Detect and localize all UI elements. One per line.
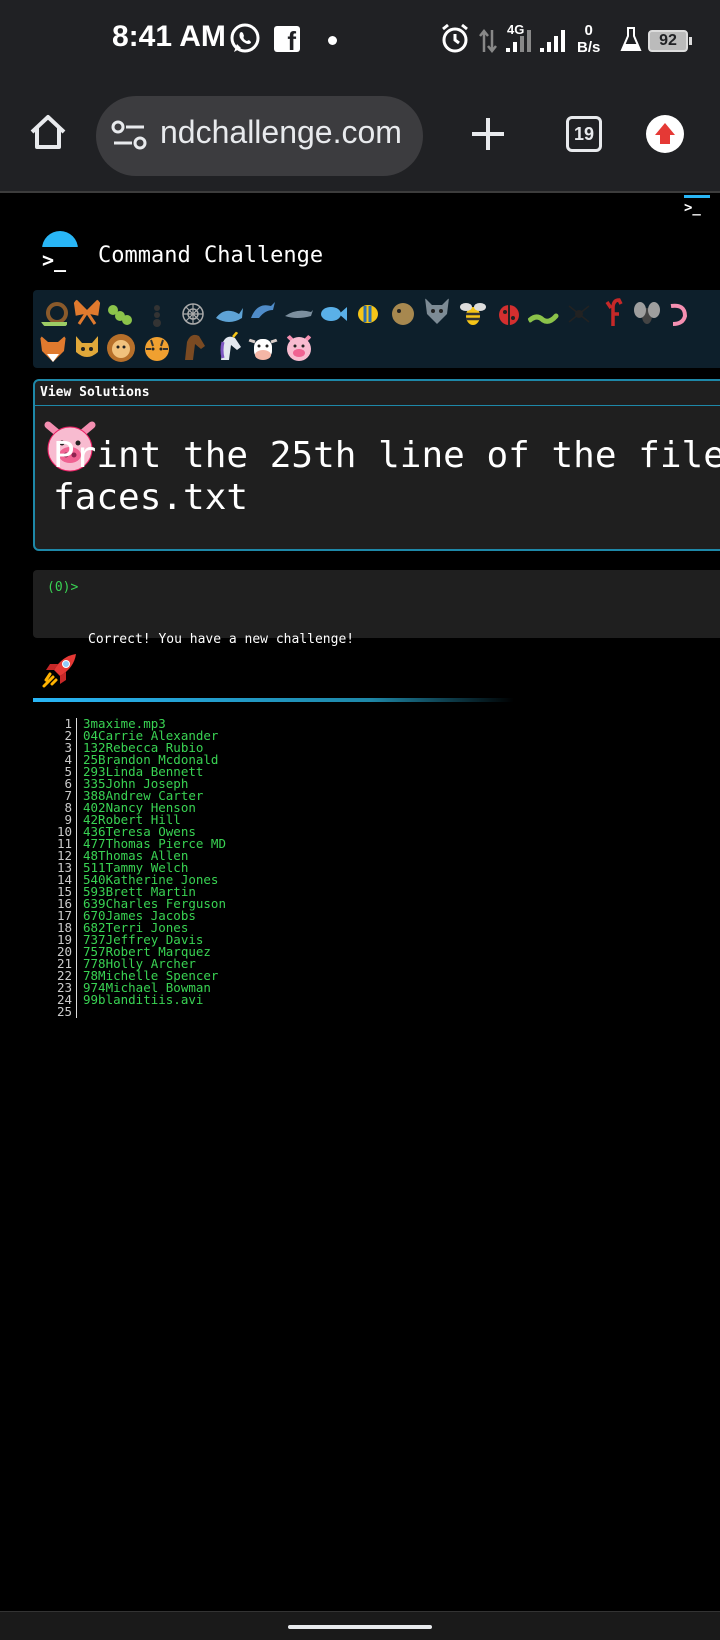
flask-icon: [620, 27, 642, 51]
challenge-text: Print the 25th line of the file faces.tx…: [53, 435, 720, 518]
net-speed-unit: B/s: [577, 39, 601, 56]
navigation-bar: [0, 1611, 720, 1640]
line-number: 25: [56, 1004, 72, 1019]
status-time: 8:41 AM: [112, 20, 226, 53]
line-separator: [76, 862, 77, 874]
emoji-wolf[interactable]: [421, 294, 453, 326]
challenge-box: View Solutions Print the 25th line of th…: [33, 379, 720, 551]
whatsapp-icon: [230, 23, 260, 53]
rocket-icon: [42, 654, 76, 688]
command-input[interactable]: (0)>: [33, 570, 720, 638]
page-title: Command Challenge: [98, 243, 324, 268]
net-speed-value: 0: [584, 22, 593, 39]
line-separator: [76, 814, 77, 826]
address-bar[interactable]: ndchallenge.com: [96, 96, 423, 176]
view-solutions-link[interactable]: View Solutions: [40, 385, 150, 400]
progress-fill: [33, 698, 514, 702]
prompt-text: (0)>: [47, 580, 79, 595]
emoji-scorpion[interactable]: [597, 296, 629, 328]
emoji-dolphin[interactable]: [247, 296, 279, 328]
emoji-dolphin-2[interactable]: [283, 298, 315, 330]
line-separator: [76, 934, 77, 946]
browser-toolbar: ndchallenge.com 19: [0, 80, 720, 193]
alarm-icon: [442, 23, 468, 53]
facebook-icon: f: [274, 26, 300, 56]
line-separator: [76, 1006, 77, 1018]
home-icon[interactable]: [28, 112, 68, 152]
emoji-bee[interactable]: [457, 298, 489, 330]
line-separator: [76, 754, 77, 766]
net-speed: 0 B/s: [577, 22, 600, 56]
emoji-shrimp[interactable]: [665, 298, 697, 330]
challenge-emoji-panel: [33, 290, 720, 368]
emoji-cat[interactable]: [71, 332, 103, 364]
line-separator: [76, 874, 77, 886]
line-separator: [76, 922, 77, 934]
line-separator: [76, 970, 77, 982]
output-line: 24 99blanditiis.avi: [56, 992, 226, 1007]
line-separator: [76, 766, 77, 778]
url-text[interactable]: ndchallenge.com: [160, 114, 402, 151]
emoji-cow[interactable]: [247, 332, 279, 364]
emoji-snail[interactable]: [39, 298, 71, 330]
emoji-caterpillar[interactable]: [105, 298, 137, 330]
progress-bar: [33, 698, 720, 702]
line-separator: [76, 850, 77, 862]
data-arrows-icon: [479, 28, 497, 54]
line-separator: [76, 898, 77, 910]
emoji-tiger[interactable]: [141, 332, 173, 364]
emoji-unicorn[interactable]: [213, 330, 245, 362]
line-separator: [76, 802, 77, 814]
terminal-corner-icon[interactable]: >_: [684, 195, 710, 217]
update-icon[interactable]: [646, 115, 684, 153]
emoji-fish[interactable]: [317, 298, 349, 330]
line-separator: [76, 742, 77, 754]
line-separator: [76, 946, 77, 958]
dot-icon: [328, 36, 337, 45]
signal-icon: [506, 30, 565, 52]
emoji-fox[interactable]: [37, 332, 69, 364]
emoji-spider[interactable]: [563, 298, 595, 330]
emoji-fly[interactable]: [631, 298, 663, 330]
output-line: 25: [56, 1004, 226, 1019]
feedback-message: Correct! You have a new challenge!: [88, 632, 355, 647]
emoji-pig[interactable]: [283, 332, 315, 364]
emoji-worm[interactable]: [527, 298, 559, 330]
emoji-butterfly[interactable]: [71, 296, 103, 328]
emoji-spider-web[interactable]: [177, 298, 209, 330]
plus-icon[interactable]: [468, 114, 508, 154]
terminal-icon: >_: [42, 247, 78, 273]
site-info-icon[interactable]: [110, 118, 150, 152]
emoji-lion[interactable]: [105, 332, 137, 364]
emoji-horse[interactable]: [177, 330, 209, 362]
gesture-handle[interactable]: [288, 1625, 432, 1629]
site-logo[interactable]: >_: [40, 231, 80, 273]
emoji-ant[interactable]: [141, 298, 173, 330]
battery-icon: 92: [648, 30, 692, 52]
line-separator: [76, 718, 77, 730]
emoji-ladybug[interactable]: [493, 298, 525, 330]
line-separator: [76, 826, 77, 838]
tabs-icon[interactable]: 19: [566, 116, 602, 152]
page-content: >_ >_ Command Challenge View Solutions P…: [0, 195, 720, 1611]
emoji-blowfish[interactable]: [387, 298, 419, 330]
status-bar: 8:41 AM f 4G 0 B/s 92: [0, 0, 720, 80]
command-output: 1 3maxime.mp3 2 04Carrie Alexander 3 132Rebec…: [56, 717, 226, 1019]
line-separator: [76, 982, 77, 994]
divider: [35, 405, 720, 406]
line-separator: [76, 910, 77, 922]
line-separator: [76, 730, 77, 742]
emoji-tropical-fish[interactable]: [353, 298, 385, 330]
line-separator: [76, 838, 77, 850]
emoji-whale[interactable]: [213, 298, 245, 330]
line-separator: [76, 886, 77, 898]
line-separator: [76, 958, 77, 970]
line-separator: [76, 994, 77, 1006]
line-separator: [76, 778, 77, 790]
line-separator: [76, 790, 77, 802]
line-text: 99blanditiis.avi: [83, 992, 204, 1007]
